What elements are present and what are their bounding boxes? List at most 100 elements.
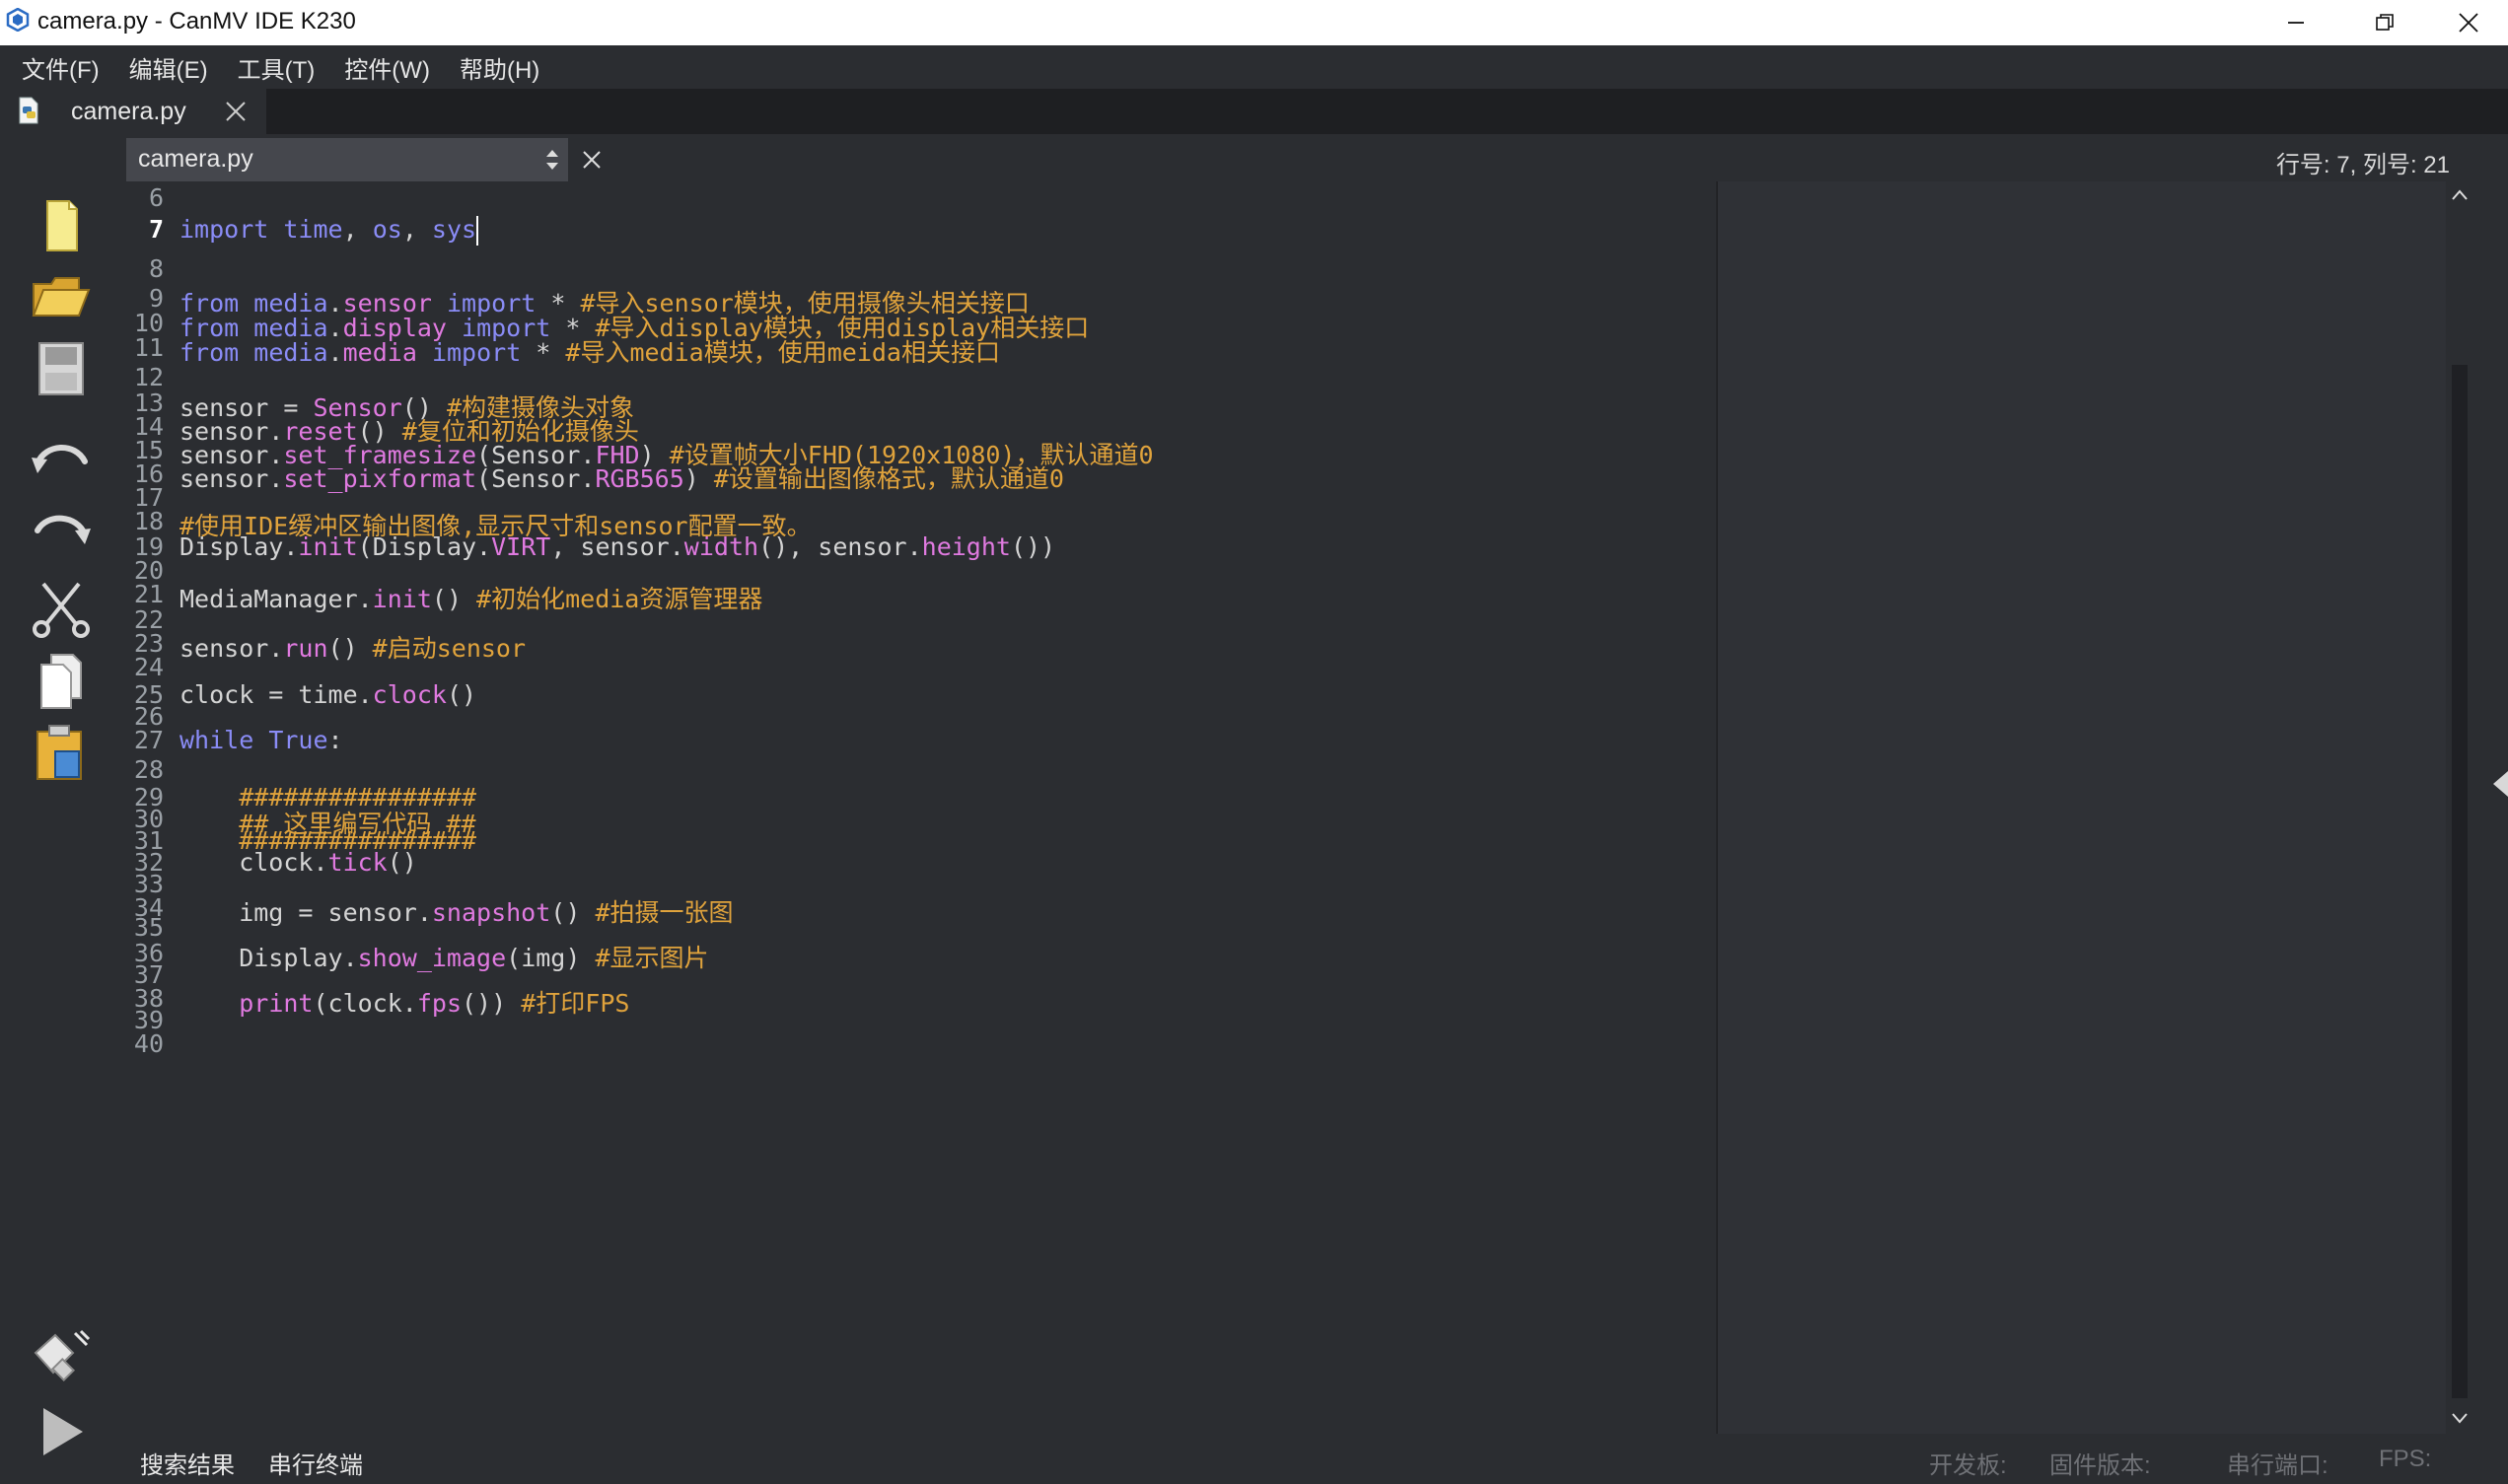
code-keyword: while bbox=[179, 726, 254, 754]
code-token: . bbox=[327, 338, 343, 367]
code-token: (img) bbox=[506, 944, 596, 972]
code-identifier: height bbox=[921, 532, 1011, 561]
collapse-left-icon[interactable] bbox=[2491, 769, 2508, 799]
code-identifier: snapshot bbox=[431, 898, 551, 927]
code-comment: #设置输出图像格式，默认通道0 bbox=[713, 464, 1064, 493]
maximize-button[interactable] bbox=[2340, 0, 2429, 45]
code-text: import time, os, sys bbox=[179, 215, 479, 246]
current-file-name: camera.py bbox=[138, 145, 253, 173]
code-token: ) bbox=[683, 464, 714, 493]
bottom-bar: 搜索结果 串行终端 开发板: 固件版本: 串行端口: FPS: bbox=[126, 1434, 2508, 1484]
code-comment: #启动sensor bbox=[372, 634, 527, 663]
menu-help[interactable]: 帮助(H) bbox=[460, 50, 539, 85]
code-token: Display. bbox=[179, 944, 358, 972]
menu-file[interactable]: 文件(F) bbox=[22, 50, 100, 85]
menu-bar: 文件(F) 编辑(E) 工具(T) 控件(W) 帮助(H) bbox=[0, 45, 2508, 89]
code-identifier: RGB565 bbox=[595, 464, 684, 493]
scroll-up-icon[interactable] bbox=[2450, 187, 2470, 203]
code-comment: #拍摄一张图 bbox=[595, 898, 734, 927]
frame-buffer-panel bbox=[1716, 181, 2448, 1434]
paste-icon[interactable] bbox=[30, 722, 93, 785]
code-token: Display. bbox=[179, 532, 299, 561]
code-text: sensor.set_pixformat(Sensor.RGB565) #设置输… bbox=[179, 459, 1064, 495]
code-token: () bbox=[387, 848, 417, 877]
line-number: 24 bbox=[133, 653, 164, 681]
code-token: clock. bbox=[179, 848, 328, 877]
code-keyword: sys bbox=[431, 215, 477, 244]
code-token: () bbox=[550, 898, 596, 927]
code-token: (Sensor. bbox=[476, 464, 596, 493]
line-number: 40 bbox=[133, 1029, 164, 1058]
code-comment: #打印FPS bbox=[521, 989, 630, 1018]
run-icon[interactable] bbox=[30, 1400, 93, 1463]
undo-icon[interactable] bbox=[30, 430, 93, 493]
code-text: clock = time.clock() bbox=[179, 680, 476, 709]
code-keyword: from bbox=[179, 338, 240, 367]
copy-icon[interactable] bbox=[30, 649, 93, 712]
code-identifier: tick bbox=[327, 848, 388, 877]
scroll-down-icon[interactable] bbox=[2450, 1410, 2470, 1426]
line-number: 6 bbox=[148, 183, 164, 212]
open-documents-dropdown[interactable]: camera.py bbox=[126, 138, 568, 181]
status-fps: FPS: bbox=[2379, 1446, 2432, 1472]
code-text: Display.init(Display.VIRT, sensor.width(… bbox=[179, 532, 1055, 561]
line-number: 27 bbox=[133, 726, 164, 754]
code-identifier: run bbox=[283, 634, 328, 663]
new-file-icon[interactable] bbox=[30, 193, 93, 256]
code-token: () bbox=[431, 585, 477, 613]
code-comment: #显示图片 bbox=[595, 944, 709, 972]
line-number: 8 bbox=[148, 254, 164, 283]
code-text: clock.tick() bbox=[179, 848, 417, 877]
close-document-icon[interactable] bbox=[576, 144, 608, 176]
code-keyword: import bbox=[179, 215, 269, 244]
code-comment: #初始化media资源管理器 bbox=[476, 585, 763, 613]
scrollbar-track[interactable] bbox=[2452, 365, 2468, 1398]
code-text: Display.show_image(img) #显示图片 bbox=[179, 939, 709, 974]
code-identifier: VIRT bbox=[491, 532, 551, 561]
code-identifier: init bbox=[298, 532, 358, 561]
tab-search-results[interactable]: 搜索结果 bbox=[140, 1446, 235, 1480]
cut-icon[interactable] bbox=[30, 576, 93, 639]
code-token: () bbox=[327, 634, 373, 663]
app-logo-icon bbox=[6, 8, 30, 32]
code-keyword: time bbox=[283, 215, 343, 244]
code-text: sensor.run() #启动sensor bbox=[179, 629, 526, 665]
save-icon[interactable] bbox=[30, 337, 93, 400]
tab-camera-py[interactable]: camera.py bbox=[0, 89, 266, 134]
status-firmware: 固件版本: bbox=[2049, 1452, 2151, 1479]
cursor-position: 行号: 7, 列号: 21 bbox=[2275, 152, 2450, 178]
code-text: while True: bbox=[179, 726, 343, 754]
tab-serial-terminal[interactable]: 串行终端 bbox=[268, 1446, 363, 1480]
vertical-scrollbar[interactable] bbox=[2446, 181, 2473, 1434]
code-keyword: os bbox=[372, 215, 402, 244]
code-keyword: media bbox=[253, 338, 328, 367]
line-number: 35 bbox=[133, 913, 164, 942]
code-token: MediaManager. bbox=[179, 585, 373, 613]
status-serial-port: 串行端口: bbox=[2227, 1452, 2329, 1479]
code-token: , bbox=[401, 215, 432, 244]
code-editor[interactable]: 6 7 import time, os, sys 8 9 from media.senso… bbox=[126, 181, 1716, 1434]
menu-edit[interactable]: 编辑(E) bbox=[129, 50, 208, 85]
line-number: 11 bbox=[133, 333, 164, 362]
close-button[interactable] bbox=[2429, 0, 2508, 45]
close-tab-icon[interactable] bbox=[223, 99, 249, 124]
code-text: print(clock.fps()) #打印FPS bbox=[179, 984, 629, 1020]
connect-icon[interactable] bbox=[30, 1323, 93, 1386]
code-token: clock = time. bbox=[179, 680, 373, 709]
updown-chevron-icon bbox=[546, 150, 558, 170]
minimize-button[interactable] bbox=[2252, 0, 2340, 45]
menu-widgets[interactable]: 控件(W) bbox=[344, 50, 430, 85]
code-identifier: show_image bbox=[357, 944, 507, 972]
open-folder-icon[interactable] bbox=[30, 264, 93, 327]
menu-tools[interactable]: 工具(T) bbox=[238, 50, 316, 85]
line-number: 18 bbox=[133, 507, 164, 535]
code-token: sensor. bbox=[179, 634, 284, 663]
title-bar: camera.py - CanMV IDE K230 bbox=[0, 0, 2508, 45]
code-identifier: clock bbox=[372, 680, 447, 709]
tab-bar: camera.py bbox=[0, 89, 2508, 134]
redo-icon[interactable] bbox=[30, 501, 93, 564]
code-token: sensor. bbox=[179, 464, 284, 493]
tab-label: camera.py bbox=[71, 98, 186, 125]
